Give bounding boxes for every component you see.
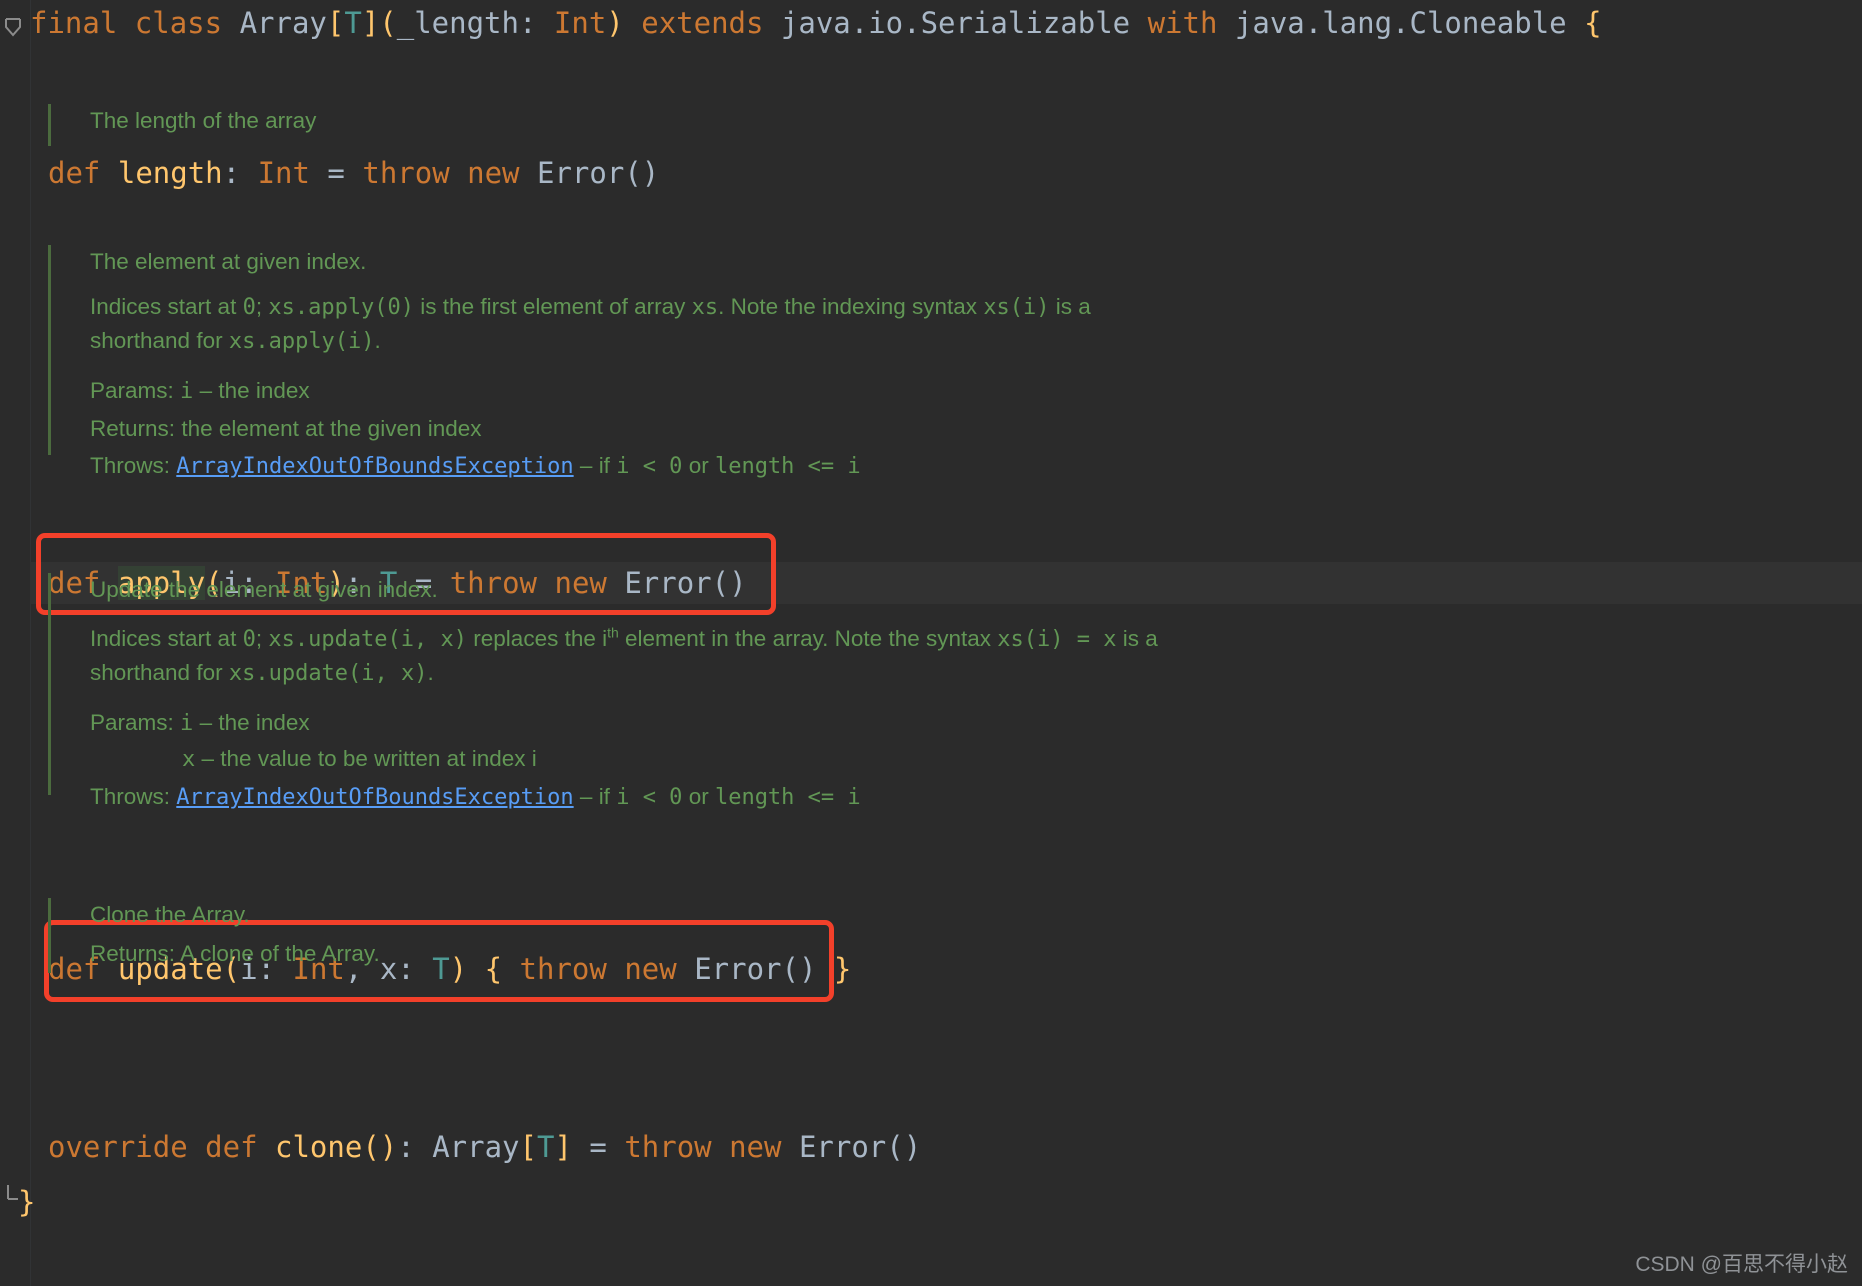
keyword-override: override	[48, 1130, 188, 1164]
clone-return-type-array: Array	[432, 1130, 520, 1164]
keyword-throw-length: throw	[362, 156, 450, 190]
doc-apply-params: Params: i – the index	[90, 378, 310, 404]
doc-update-throws: Throws: ArrayIndexOutOfBoundsException –…	[90, 784, 861, 810]
ctor-param-type-int: Int	[553, 6, 607, 40]
inline-code-zero: 0	[242, 627, 256, 652]
doc-comment-update-real: Update the element at given index. Indic…	[48, 573, 1178, 814]
doc-apply-summary: The element at given index.	[90, 249, 367, 274]
clone-bracket-open: [	[519, 1130, 537, 1164]
keyword-final: final	[30, 6, 118, 40]
super-type-serializable: java.io.Serializable	[780, 6, 1131, 40]
doc-left-bar	[48, 573, 51, 795]
keyword-def-clone: def	[205, 1130, 258, 1164]
code-fold-arrow-icon[interactable]	[4, 16, 24, 38]
inline-code-xs-i: xs(i)	[983, 295, 1050, 320]
error-type-clone: Error	[798, 1130, 887, 1164]
inline-code-i-lt-0: i < 0	[616, 785, 683, 810]
param-desc-i: the index	[218, 378, 310, 403]
doc-apply-detail: Indices start at 0; xs.apply(0) is the f…	[90, 294, 1091, 354]
keyword-class: class	[134, 6, 223, 40]
doc-left-bar	[48, 245, 51, 455]
ctor-paren-open: (	[379, 6, 397, 40]
doc-left-bar	[48, 898, 51, 973]
inline-code-length-le-i: length <= i	[714, 454, 861, 479]
param-name-i: i	[180, 711, 194, 736]
inline-code-xs-update: xs.update(i, x)	[268, 627, 468, 652]
type-parameter-t: T	[344, 6, 362, 40]
inline-code-eq-x: = x	[1063, 627, 1117, 652]
keyword-extends: extends	[641, 6, 764, 40]
param-name-x: x	[182, 747, 196, 772]
throws-exception-link[interactable]: ArrayIndexOutOfBoundsException	[176, 454, 573, 479]
doc-update-summary: Update the element at given index.	[90, 577, 438, 602]
inline-code-xs-i: xs(i)	[997, 627, 1064, 652]
inline-code-xs-update-i: xs.update(i, x)	[228, 661, 428, 686]
inline-code-xs: xs	[691, 295, 719, 320]
code-surface[interactable]: final class Array[T](_length: Int) exten…	[18, 0, 1862, 1286]
code-line-class-declaration[interactable]: final class Array[T](_length: Int) exten…	[30, 6, 1602, 40]
csdn-watermark: CSDN @百思不得小赵	[1635, 1253, 1848, 1276]
keyword-with: with	[1147, 6, 1218, 40]
ctor-param-length: _length:	[396, 6, 537, 40]
doc-clone-summary: Clone the Array.	[90, 902, 250, 927]
params-label: Params:	[90, 710, 174, 735]
class-name: Array	[239, 6, 327, 40]
method-name-clone: clone	[275, 1130, 363, 1164]
code-fold-arrow-icon-bottom[interactable]	[4, 1182, 24, 1202]
returns-label: Returns:	[90, 416, 176, 441]
doc-left-bar	[48, 104, 51, 146]
doc-apply-throws: Throws: ArrayIndexOutOfBoundsException –…	[90, 453, 861, 479]
throws-label: Throws:	[90, 784, 171, 809]
method-name-length: length	[117, 156, 223, 190]
clone-colon: :	[397, 1130, 415, 1164]
returns-desc: A clone of the Array.	[180, 941, 380, 966]
colon-length: :	[222, 156, 241, 190]
doc-comment-clone: Clone the Array. Returns: A clone of the…	[48, 898, 948, 973]
error-type-length: Error	[537, 156, 625, 190]
return-type-int: Int	[257, 156, 310, 190]
throws-label: Throws:	[90, 453, 171, 478]
inline-code-xs-apply-0: xs.apply(0)	[268, 295, 415, 320]
keyword-def-length: def	[48, 156, 101, 190]
doc-length-summary: The length of the array	[90, 108, 317, 133]
doc-comment-length: The length of the array	[48, 104, 948, 146]
doc-update-params-2: x – the value to be written at index i	[182, 746, 537, 772]
code-editor[interactable]: final class Array[T](_length: Int) exten…	[0, 0, 1862, 1286]
inline-code-length-le-i: length <= i	[714, 785, 861, 810]
keyword-new-clone: new	[729, 1130, 782, 1164]
clone-parens: ()	[362, 1130, 398, 1164]
doc-comment-apply: The element at given index. Indices star…	[48, 245, 1158, 483]
type-param-bracket-open: [	[326, 6, 345, 40]
equals-length: =	[327, 156, 345, 190]
inline-code-i-lt-0: i < 0	[616, 454, 683, 479]
returns-desc: the element at the given index	[181, 416, 482, 441]
param-name-i: i	[180, 379, 194, 404]
code-line-def-clone[interactable]: override def clone(): Array[T] = throw n…	[48, 1130, 921, 1164]
type-param-bracket-close: ]	[361, 6, 380, 40]
param-desc-x: the value to be written at index i	[220, 746, 537, 771]
clone-type-param-t: T	[536, 1130, 555, 1164]
doc-apply-returns: Returns: the element at the given index	[90, 412, 1158, 445]
superscript-th: th	[607, 624, 619, 641]
code-line-def-length[interactable]: def length: Int = throw new Error()	[48, 156, 659, 190]
inline-code-xs-apply-i: xs.apply(i)	[228, 329, 375, 354]
mixin-type-cloneable: java.lang.Cloneable	[1234, 6, 1567, 40]
params-label: Params:	[90, 378, 174, 403]
clone-equals: =	[589, 1130, 607, 1164]
keyword-new-length: new	[467, 156, 520, 190]
returns-label: Returns:	[90, 941, 176, 966]
param-desc-i: the index	[218, 710, 310, 735]
editor-gutter[interactable]	[0, 0, 31, 1286]
doc-update-detail: Indices start at 0; xs.update(i, x) repl…	[90, 624, 1158, 686]
doc-clone-returns: Returns: A clone of the Array.	[90, 937, 948, 970]
class-body-brace-open: {	[1584, 6, 1602, 40]
ctor-paren-close: )	[606, 6, 624, 40]
inline-code-zero: 0	[242, 295, 256, 320]
throws-exception-link[interactable]: ArrayIndexOutOfBoundsException	[176, 785, 573, 810]
doc-update-params: Params: i – the index	[90, 710, 310, 736]
error-parens-length: ()	[624, 156, 660, 190]
error-parens-clone: ()	[886, 1130, 922, 1164]
clone-bracket-close: ]	[554, 1130, 572, 1164]
keyword-throw-clone: throw	[624, 1130, 712, 1164]
